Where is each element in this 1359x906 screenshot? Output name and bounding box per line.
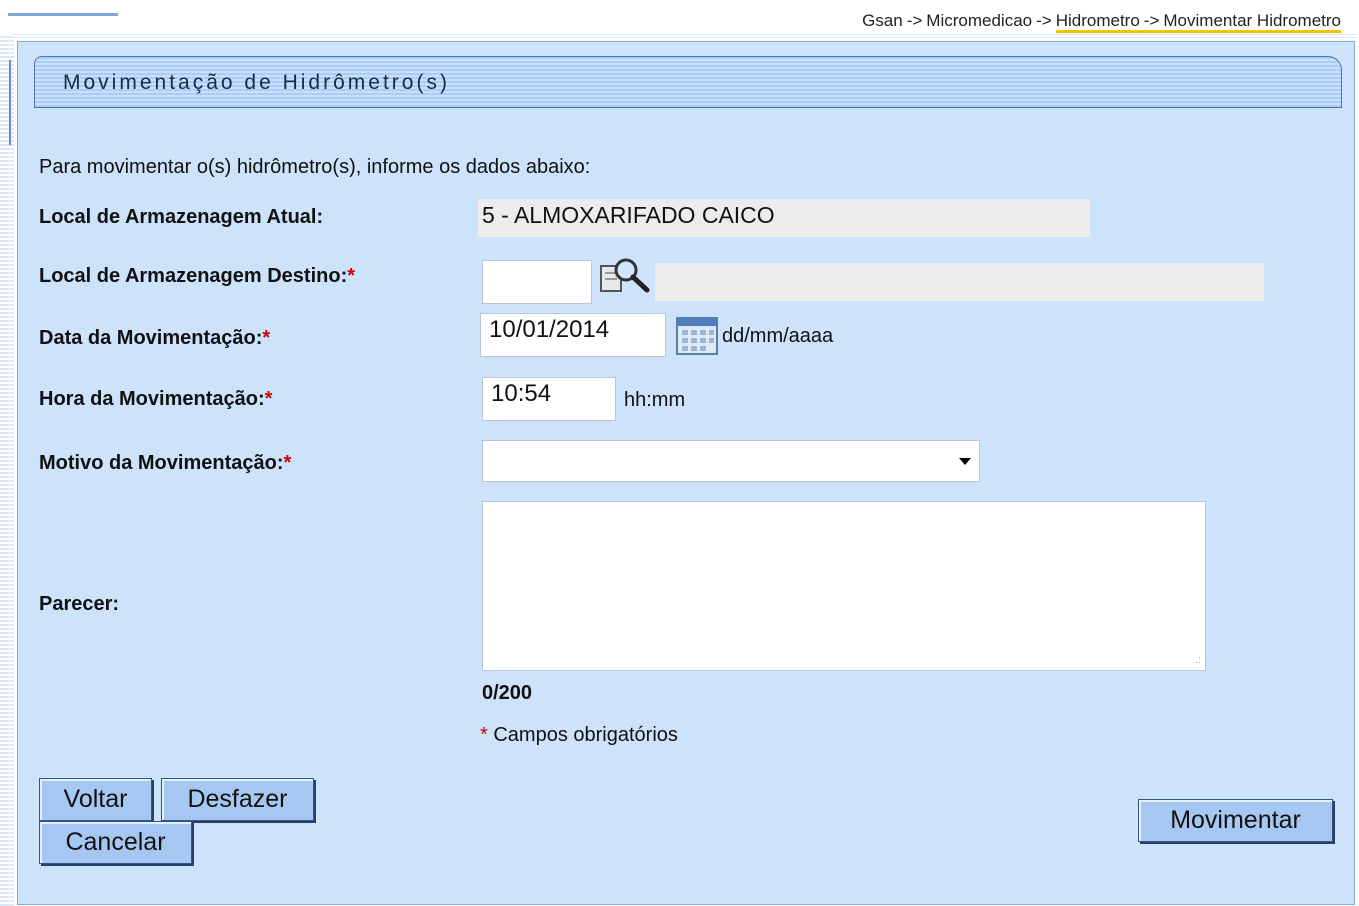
breadcrumb-separator: ->: [906, 11, 923, 30]
required-fields-note: * Campos obrigatórios: [480, 724, 678, 746]
breadcrumb-item-micromedicao[interactable]: Micromedicao: [926, 11, 1032, 30]
local-destino-label: Local de Armazenagem Destino:*: [39, 265, 356, 287]
breadcrumb-item-gsan[interactable]: Gsan: [862, 11, 903, 30]
magnifier-icon[interactable]: [600, 257, 650, 293]
desfazer-button[interactable]: Desfazer: [161, 778, 314, 821]
local-destino-description: [655, 263, 1264, 301]
form-panel: Movimentação de Hidrômetro(s) Para movim…: [17, 41, 1355, 905]
page-title: Movimentação de Hidrômetro(s): [63, 71, 450, 94]
hora-format-hint: hh:mm: [624, 389, 686, 411]
local-atual-value: 5 - ALMOXARIFADO CAICO: [478, 199, 1090, 237]
breadcrumb-item-current: Movimentar Hidrometro: [1163, 11, 1341, 30]
motivo-select[interactable]: [482, 440, 980, 482]
cancelar-button[interactable]: Cancelar: [39, 821, 192, 864]
motivo-label: Motivo da Movimentação:*: [39, 452, 292, 474]
data-format-hint: dd/mm/aaaa: [722, 325, 834, 347]
data-input[interactable]: 10/01/2014: [480, 313, 666, 357]
movimentar-button[interactable]: Movimentar: [1138, 799, 1333, 842]
local-atual-label: Local de Armazenagem Atual:: [39, 206, 324, 228]
local-destino-code-input[interactable]: [482, 260, 592, 304]
data-label: Data da Movimentação:*: [39, 327, 271, 349]
panel-left-bar: [9, 60, 11, 145]
parecer-textarea[interactable]: .:: [482, 501, 1206, 671]
header-stripe: [14, 34, 1357, 40]
left-stripes: [0, 36, 14, 906]
hora-input[interactable]: 10:54: [482, 377, 616, 421]
calendar-icon[interactable]: [676, 316, 718, 356]
parecer-char-counter: 0/200: [482, 682, 533, 704]
panel-title-tab: Movimentação de Hidrômetro(s): [34, 56, 1342, 108]
voltar-button[interactable]: Voltar: [39, 778, 152, 821]
resize-grip-icon[interactable]: .:: [1195, 655, 1201, 666]
top-line: [8, 13, 118, 16]
chevron-down-icon: [959, 458, 971, 465]
breadcrumb: Gsan -> Micromedicao -> Hidrometro -> Moviment…: [862, 11, 1341, 33]
breadcrumb-separator: ->: [1036, 11, 1052, 30]
breadcrumb-separator: ->: [1143, 11, 1160, 30]
parecer-label: Parecer:: [39, 593, 120, 615]
hora-label: Hora da Movimentação:*: [39, 388, 273, 410]
intro-text: Para movimentar o(s) hidrômetro(s), info…: [39, 156, 591, 178]
breadcrumb-item-hidrometro[interactable]: Hidrometro: [1055, 11, 1140, 33]
